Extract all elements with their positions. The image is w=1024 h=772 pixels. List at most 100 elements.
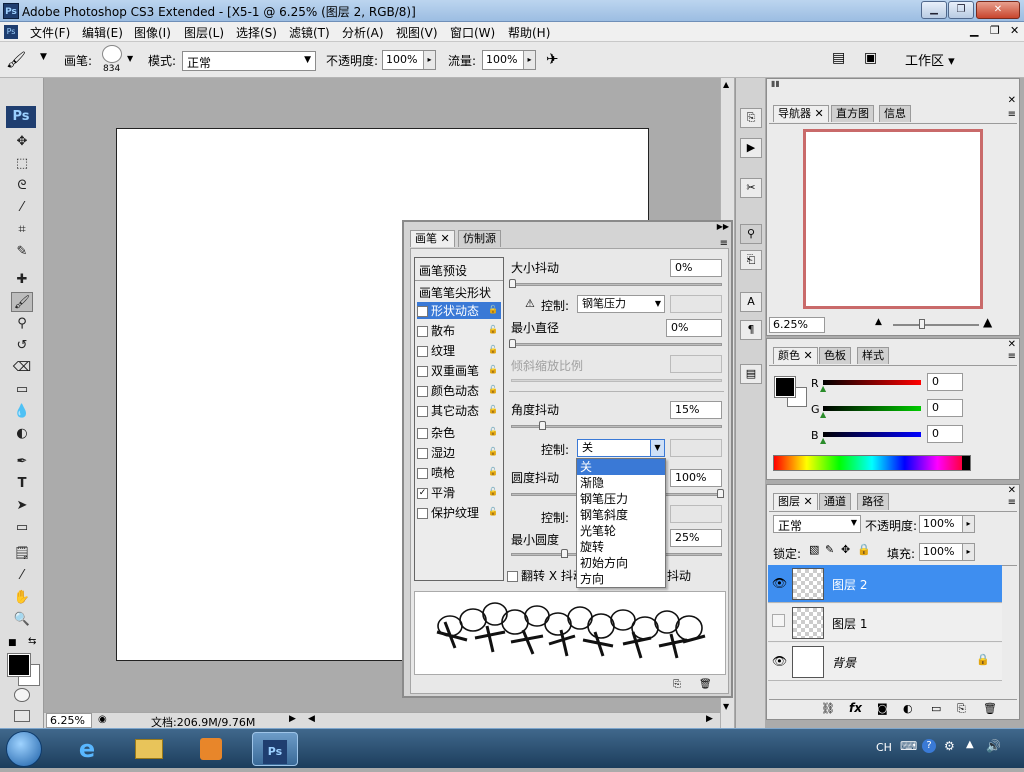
notes-tool-icon[interactable]: 🗒 [11, 544, 33, 564]
palette-well-icon[interactable]: ▤ [832, 50, 845, 66]
brush-option-6[interactable]: 杂色 🔓 [417, 424, 501, 441]
channel-r-slider[interactable] [823, 380, 921, 385]
layer-comps-icon[interactable]: ▤ [740, 364, 762, 384]
menu-view[interactable]: 视图(V) [396, 24, 438, 41]
dropdown-option[interactable]: 关 [577, 459, 665, 475]
brush-option-checkbox[interactable] [417, 366, 428, 377]
brush-option-7[interactable]: 湿边 🔓 [417, 444, 501, 461]
brush-option-lock-icon[interactable]: 🔓 [488, 507, 498, 517]
menu-filter[interactable]: 滤镜(T) [289, 24, 330, 41]
layer-visibility-eye-icon[interactable]: 👁 [772, 654, 787, 668]
color-menu-icon[interactable]: ≡ [1008, 351, 1016, 362]
navigator-zoom-knob[interactable] [919, 319, 925, 329]
lock-transparent-icon[interactable]: ▧ [809, 543, 819, 556]
pen-tool-icon[interactable]: ✒ [11, 452, 33, 472]
doc-close-button[interactable]: ✕ [1010, 24, 1019, 37]
volume-icon[interactable]: 🔊 [986, 739, 1001, 753]
navigator-zoom-slider[interactable] [893, 324, 979, 326]
zoom-tool-icon[interactable]: 🔍 [11, 610, 33, 630]
menu-image[interactable]: 图像(I) [134, 24, 171, 41]
tool-preset-arrow-icon[interactable]: ▼ [40, 52, 47, 62]
tab-color[interactable]: 颜色 ✕ [773, 347, 818, 364]
doc-minimize-button[interactable]: ▁ [970, 24, 978, 37]
brush-option-lock-icon[interactable]: 🔓 [488, 427, 498, 437]
flow-input[interactable]: 100% ▸ [482, 50, 536, 70]
menu-file[interactable]: 文件(F) [30, 24, 70, 41]
min-diameter-slider[interactable] [511, 343, 722, 346]
quick-mask-icon[interactable] [14, 688, 30, 702]
brush-option-9[interactable]: ✓ 平滑 🔓 [417, 484, 501, 501]
new-brush-icon[interactable]: ⎘ [673, 679, 681, 690]
fill-arrow-icon[interactable]: ▸ [962, 544, 974, 560]
lasso-tool-icon[interactable]: ᘓ [11, 176, 33, 196]
dropdown-option[interactable]: 钢笔压力 [577, 491, 665, 507]
adjustment-layer-icon[interactable]: ◐ [903, 702, 913, 715]
brush-option-lock-icon[interactable]: 🔓 [488, 447, 498, 457]
brush-option-0[interactable]: ✓ 形状动态 🔓 [417, 302, 501, 319]
dropdown-option[interactable]: 光笔轮 [577, 523, 665, 539]
channel-g-input[interactable]: 0 [927, 399, 963, 417]
brush-option-3[interactable]: 双重画笔 🔓 [417, 362, 501, 379]
new-group-icon[interactable]: ▭ [931, 702, 941, 715]
brush-option-lock-icon[interactable]: 🔓 [488, 385, 498, 395]
shape-tool-icon[interactable]: ▭ [11, 518, 33, 538]
character-panel-icon[interactable]: A [740, 292, 762, 312]
control1-select[interactable]: 钢笔压力 ▼ [577, 295, 665, 313]
navigator-menu-icon[interactable]: ≡ [1008, 109, 1016, 120]
color-spectrum-ramp[interactable] [773, 455, 971, 471]
angle-jitter-input[interactable]: 15% [670, 401, 722, 419]
brush-option-checkbox[interactable] [417, 508, 428, 519]
brush-tool-icon[interactable]: 🖌 [6, 50, 26, 69]
min-diameter-input[interactable]: 0% [666, 319, 722, 337]
type-tool-icon[interactable]: T [11, 474, 33, 494]
link-layers-icon[interactable]: ⛓ [821, 702, 835, 715]
brush-option-4[interactable]: 颜色动态 🔓 [417, 382, 501, 399]
layer-row-2[interactable]: 👁 图层 2 [768, 565, 1002, 603]
dropdown-option[interactable]: 方向 [577, 571, 665, 587]
brush-option-checkbox[interactable]: ✓ [417, 306, 428, 317]
brush-option-10[interactable]: 保护纹理 🔓 [417, 504, 501, 521]
delete-layer-icon[interactable]: 🗑 [983, 702, 997, 715]
opacity-arrow-icon[interactable]: ▸ [423, 51, 435, 69]
magic-wand-tool-icon[interactable]: ⁄ [11, 198, 33, 218]
brush-option-lock-icon[interactable]: 🔓 [488, 487, 498, 497]
navigator-close-icon[interactable]: ✕ [1008, 95, 1016, 106]
zoom-in-icon[interactable]: ▲ [983, 315, 992, 329]
navigator-zoom-input[interactable]: 6.25% [769, 317, 825, 333]
scroll-left-icon[interactable]: ◀ [308, 714, 315, 724]
menu-select[interactable]: 选择(S) [236, 24, 277, 41]
tab-paths[interactable]: 路径 [857, 493, 889, 510]
min-roundness-knob[interactable] [561, 549, 568, 558]
dropdown-option[interactable]: 渐隐 [577, 475, 665, 491]
close-button[interactable]: ✕ [976, 1, 1020, 19]
keyboard-icon[interactable]: ⌨ [900, 739, 917, 753]
control2-select[interactable]: 关 ▼ [577, 439, 665, 457]
color-ramp-black[interactable] [962, 456, 970, 470]
new-layer-icon[interactable]: ⎘ [957, 702, 966, 716]
channel-r-input[interactable]: 0 [927, 373, 963, 391]
lock-all-icon[interactable]: 🔒 [857, 543, 871, 556]
menu-edit[interactable]: 编辑(E) [82, 24, 123, 41]
brush-option-5[interactable]: 其它动态 🔓 [417, 402, 501, 419]
dodge-tool-icon[interactable]: ◐ [11, 424, 33, 444]
panel-collapse-icon[interactable]: ▶▶ [717, 222, 729, 231]
flow-arrow-icon[interactable]: ▸ [523, 51, 535, 69]
help-icon[interactable]: ? [922, 739, 936, 753]
tool-presets-icon[interactable]: ✂ [740, 178, 762, 198]
eraser-tool-icon[interactable]: ⌫ [11, 358, 33, 378]
layer-visibility-eye-icon[interactable]: 👁 [772, 576, 787, 590]
brush-option-2[interactable]: 纹理 🔓 [417, 342, 501, 359]
restore-button[interactable]: ❐ [948, 1, 974, 19]
menu-layer[interactable]: 图层(L) [184, 24, 224, 41]
path-select-tool-icon[interactable]: ➤ [11, 496, 33, 516]
tab-channels[interactable]: 通道 [819, 493, 851, 510]
navigator-view[interactable] [769, 123, 1017, 313]
airbrush-icon[interactable]: ✈ [546, 50, 559, 68]
layer-visibility-empty-box[interactable] [772, 614, 785, 627]
tab-navigator[interactable]: 导航器 ✕ [773, 105, 829, 122]
dropdown-option[interactable]: 钢笔斜度 [577, 507, 665, 523]
channel-b-input[interactable]: 0 [927, 425, 963, 443]
fill-input[interactable]: 100% ▸ [919, 543, 975, 561]
size-jitter-slider[interactable] [511, 283, 722, 286]
tab-histogram[interactable]: 直方图 [831, 105, 874, 122]
